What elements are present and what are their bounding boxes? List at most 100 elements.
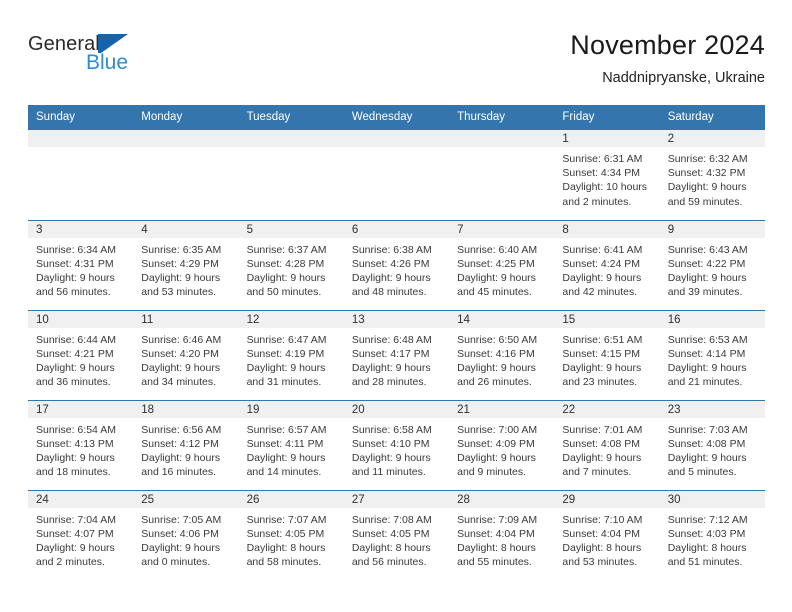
calendar-week-row: 1 Sunrise: 6:31 AM Sunset: 4:34 PM Daylight… [28,130,765,220]
sunset-time: Sunset: 4:13 PM [36,437,114,450]
daylight-duration-line2: and 50 minutes. [246,286,322,299]
day-number [238,130,344,147]
sunset-time: Sunset: 4:05 PM [246,527,325,540]
calendar-page: General Blue November 2024 Naddnipryansk… [0,0,792,612]
day-number [343,130,450,147]
day-details: Sunrise: 7:03 AM Sunset: 4:08 PM Daylight:… [660,418,765,480]
calendar-week-row: 17 Sunrise: 6:54 AM Sunset: 4:13 PM Dayligh… [28,399,765,490]
sunset-time: Sunset: 4:05 PM [351,527,430,540]
calendar-day-cell[interactable]: 21 Sunrise: 7:00 AM Sunset: 4:09 PM Dayligh… [449,399,555,490]
day-number: 28 [449,490,555,508]
calendar-day-cell-empty [28,130,134,220]
daylight-duration-line1: Daylight: 9 hours [667,181,747,194]
sunrise-sunset-calendar: Sunday Monday Tuesday Wednesday Thursday… [28,105,765,580]
sunset-time: Sunset: 4:06 PM [141,527,219,540]
sunrise-time: Sunrise: 6:35 AM [141,243,222,256]
calendar-day-cell[interactable]: 26 Sunrise: 7:07 AM Sunset: 4:05 PM Dayligh… [238,489,344,580]
daylight-duration-line1: Daylight: 9 hours [351,361,431,374]
title-block: November 2024 Naddnipryanske, Ukraine [570,28,765,88]
sunrise-time: Sunrise: 6:40 AM [457,243,538,256]
calendar-day-cell[interactable]: 4 Sunrise: 6:35 AM Sunset: 4:29 PM Daylight… [133,219,239,310]
calendar-day-cell[interactable]: 13 Sunrise: 6:48 AM Sunset: 4:17 PM Dayligh… [343,309,450,400]
calendar-day-cell[interactable]: 9 Sunrise: 6:43 AM Sunset: 4:22 PM Daylight… [659,219,765,310]
day-details: Sunrise: 6:43 AM Sunset: 4:22 PM Daylight:… [660,238,765,300]
daylight-duration-line2: and 2 minutes. [36,556,105,569]
calendar-day-cell[interactable]: 18 Sunrise: 6:56 AM Sunset: 4:12 PM Dayligh… [133,399,239,490]
weekday-header-friday: Friday [554,105,660,130]
calendar-day-cell[interactable]: 11 Sunrise: 6:46 AM Sunset: 4:20 PM Dayligh… [133,309,239,400]
calendar-day-cell[interactable]: 10 Sunrise: 6:44 AM Sunset: 4:21 PM Dayligh… [28,309,134,400]
calendar-day-cell[interactable]: 24 Sunrise: 7:04 AM Sunset: 4:07 PM Dayligh… [28,489,134,580]
daylight-duration-line2: and 53 minutes. [562,556,638,569]
day-number: 22 [554,400,660,418]
calendar-week-row: 3 Sunrise: 6:34 AM Sunset: 4:31 PM Daylight… [28,219,765,310]
day-details: Sunrise: 6:32 AM Sunset: 4:32 PM Daylight:… [660,147,765,209]
calendar-day-cell[interactable]: 20 Sunrise: 6:58 AM Sunset: 4:10 PM Dayligh… [343,399,450,490]
sunrise-time: Sunrise: 6:58 AM [351,423,432,436]
calendar-day-cell[interactable]: 28 Sunrise: 7:09 AM Sunset: 4:04 PM Dayligh… [449,489,555,580]
day-number [28,130,134,147]
day-number: 5 [238,220,344,238]
daylight-duration-line1: Daylight: 9 hours [457,271,536,284]
calendar-day-cell[interactable]: 2 Sunrise: 6:32 AM Sunset: 4:32 PM Daylight… [659,130,765,220]
sunset-time: Sunset: 4:34 PM [562,167,641,180]
day-number: 17 [28,400,134,418]
sunset-time: Sunset: 4:29 PM [141,257,219,270]
daylight-duration-line1: Daylight: 9 hours [141,451,221,464]
calendar-day-cell[interactable]: 22 Sunrise: 7:01 AM Sunset: 4:08 PM Dayligh… [554,399,660,490]
calendar-day-cell[interactable]: 29 Sunrise: 7:10 AM Sunset: 4:04 PM Dayligh… [554,489,660,580]
daylight-duration-line2: and 7 minutes. [562,466,632,479]
daylight-duration-line1: Daylight: 9 hours [667,271,747,284]
brand-logo[interactable]: General Blue [28,28,258,74]
sunset-time: Sunset: 4:32 PM [667,167,746,180]
calendar-day-cell[interactable]: 17 Sunrise: 6:54 AM Sunset: 4:13 PM Dayligh… [28,399,134,490]
daylight-duration-line2: and 58 minutes. [246,556,322,569]
calendar-day-cell-empty [343,130,450,220]
sunrise-time: Sunrise: 6:48 AM [351,333,432,346]
daylight-duration-line2: and 18 minutes. [36,466,111,479]
weekday-header-wednesday: Wednesday [343,105,450,130]
sunset-time: Sunset: 4:22 PM [667,257,746,270]
calendar-day-cell[interactable]: 12 Sunrise: 6:47 AM Sunset: 4:19 PM Dayligh… [238,309,344,400]
sunset-time: Sunset: 4:21 PM [36,347,114,360]
calendar-day-cell[interactable]: 16 Sunrise: 6:53 AM Sunset: 4:14 PM Dayligh… [659,309,765,400]
calendar-day-cell[interactable]: 8 Sunrise: 6:41 AM Sunset: 4:24 PM Daylight… [554,219,660,310]
page-title: November 2024 [570,30,765,60]
calendar-day-cell[interactable]: 6 Sunrise: 6:38 AM Sunset: 4:26 PM Daylight… [343,219,450,310]
sunrise-time: Sunrise: 7:10 AM [562,513,643,526]
calendar-day-cell[interactable]: 27 Sunrise: 7:08 AM Sunset: 4:05 PM Dayligh… [343,489,450,580]
calendar-day-cell[interactable]: 15 Sunrise: 6:51 AM Sunset: 4:15 PM Dayligh… [554,309,660,400]
daylight-duration-line2: and 28 minutes. [351,376,427,389]
day-number: 9 [659,220,765,238]
page-subtitle-location: Naddnipryanske, Ukraine [602,70,765,86]
sunset-time: Sunset: 4:19 PM [246,347,325,360]
sunset-time: Sunset: 4:17 PM [351,347,430,360]
calendar-day-cell[interactable]: 5 Sunrise: 6:37 AM Sunset: 4:28 PM Daylight… [238,219,344,310]
calendar-day-cell[interactable]: 7 Sunrise: 6:40 AM Sunset: 4:25 PM Daylight… [449,219,555,310]
day-number: 14 [449,310,555,328]
sunset-time: Sunset: 4:07 PM [36,527,114,540]
calendar-day-cell[interactable]: 23 Sunrise: 7:03 AM Sunset: 4:08 PM Dayligh… [659,399,765,490]
calendar-day-cell[interactable]: 19 Sunrise: 6:57 AM Sunset: 4:11 PM Dayligh… [238,399,344,490]
day-number: 26 [238,490,344,508]
sunset-time: Sunset: 4:14 PM [667,347,746,360]
calendar-day-cell[interactable]: 14 Sunrise: 6:50 AM Sunset: 4:16 PM Dayligh… [449,309,555,400]
calendar-day-cell[interactable]: 25 Sunrise: 7:05 AM Sunset: 4:06 PM Dayligh… [133,489,239,580]
daylight-duration-line2: and 59 minutes. [667,195,743,208]
calendar-day-cell-empty [133,130,239,220]
sunrise-time: Sunrise: 6:31 AM [562,153,643,165]
calendar-day-cell[interactable]: 3 Sunrise: 6:34 AM Sunset: 4:31 PM Daylight… [28,219,134,310]
daylight-duration-line2: and 2 minutes. [562,195,632,208]
sunrise-time: Sunrise: 6:37 AM [246,243,327,256]
daylight-duration-line1: Daylight: 8 hours [562,541,642,554]
sunrise-time: Sunrise: 6:41 AM [562,243,643,256]
daylight-duration-line1: Daylight: 9 hours [36,361,115,374]
daylight-duration-line2: and 39 minutes. [667,286,743,299]
calendar-day-cell[interactable]: 30 Sunrise: 7:12 AM Sunset: 4:03 PM Dayligh… [659,489,765,580]
day-details: Sunrise: 6:37 AM Sunset: 4:28 PM Daylight:… [239,238,344,300]
daylight-duration-line2: and 31 minutes. [246,376,322,389]
day-number [449,130,555,147]
sunrise-time: Sunrise: 6:54 AM [36,423,116,436]
calendar-day-cell[interactable]: 1 Sunrise: 6:31 AM Sunset: 4:34 PM Daylight… [554,130,660,220]
day-details: Sunrise: 7:09 AM Sunset: 4:04 PM Daylight:… [449,508,554,570]
